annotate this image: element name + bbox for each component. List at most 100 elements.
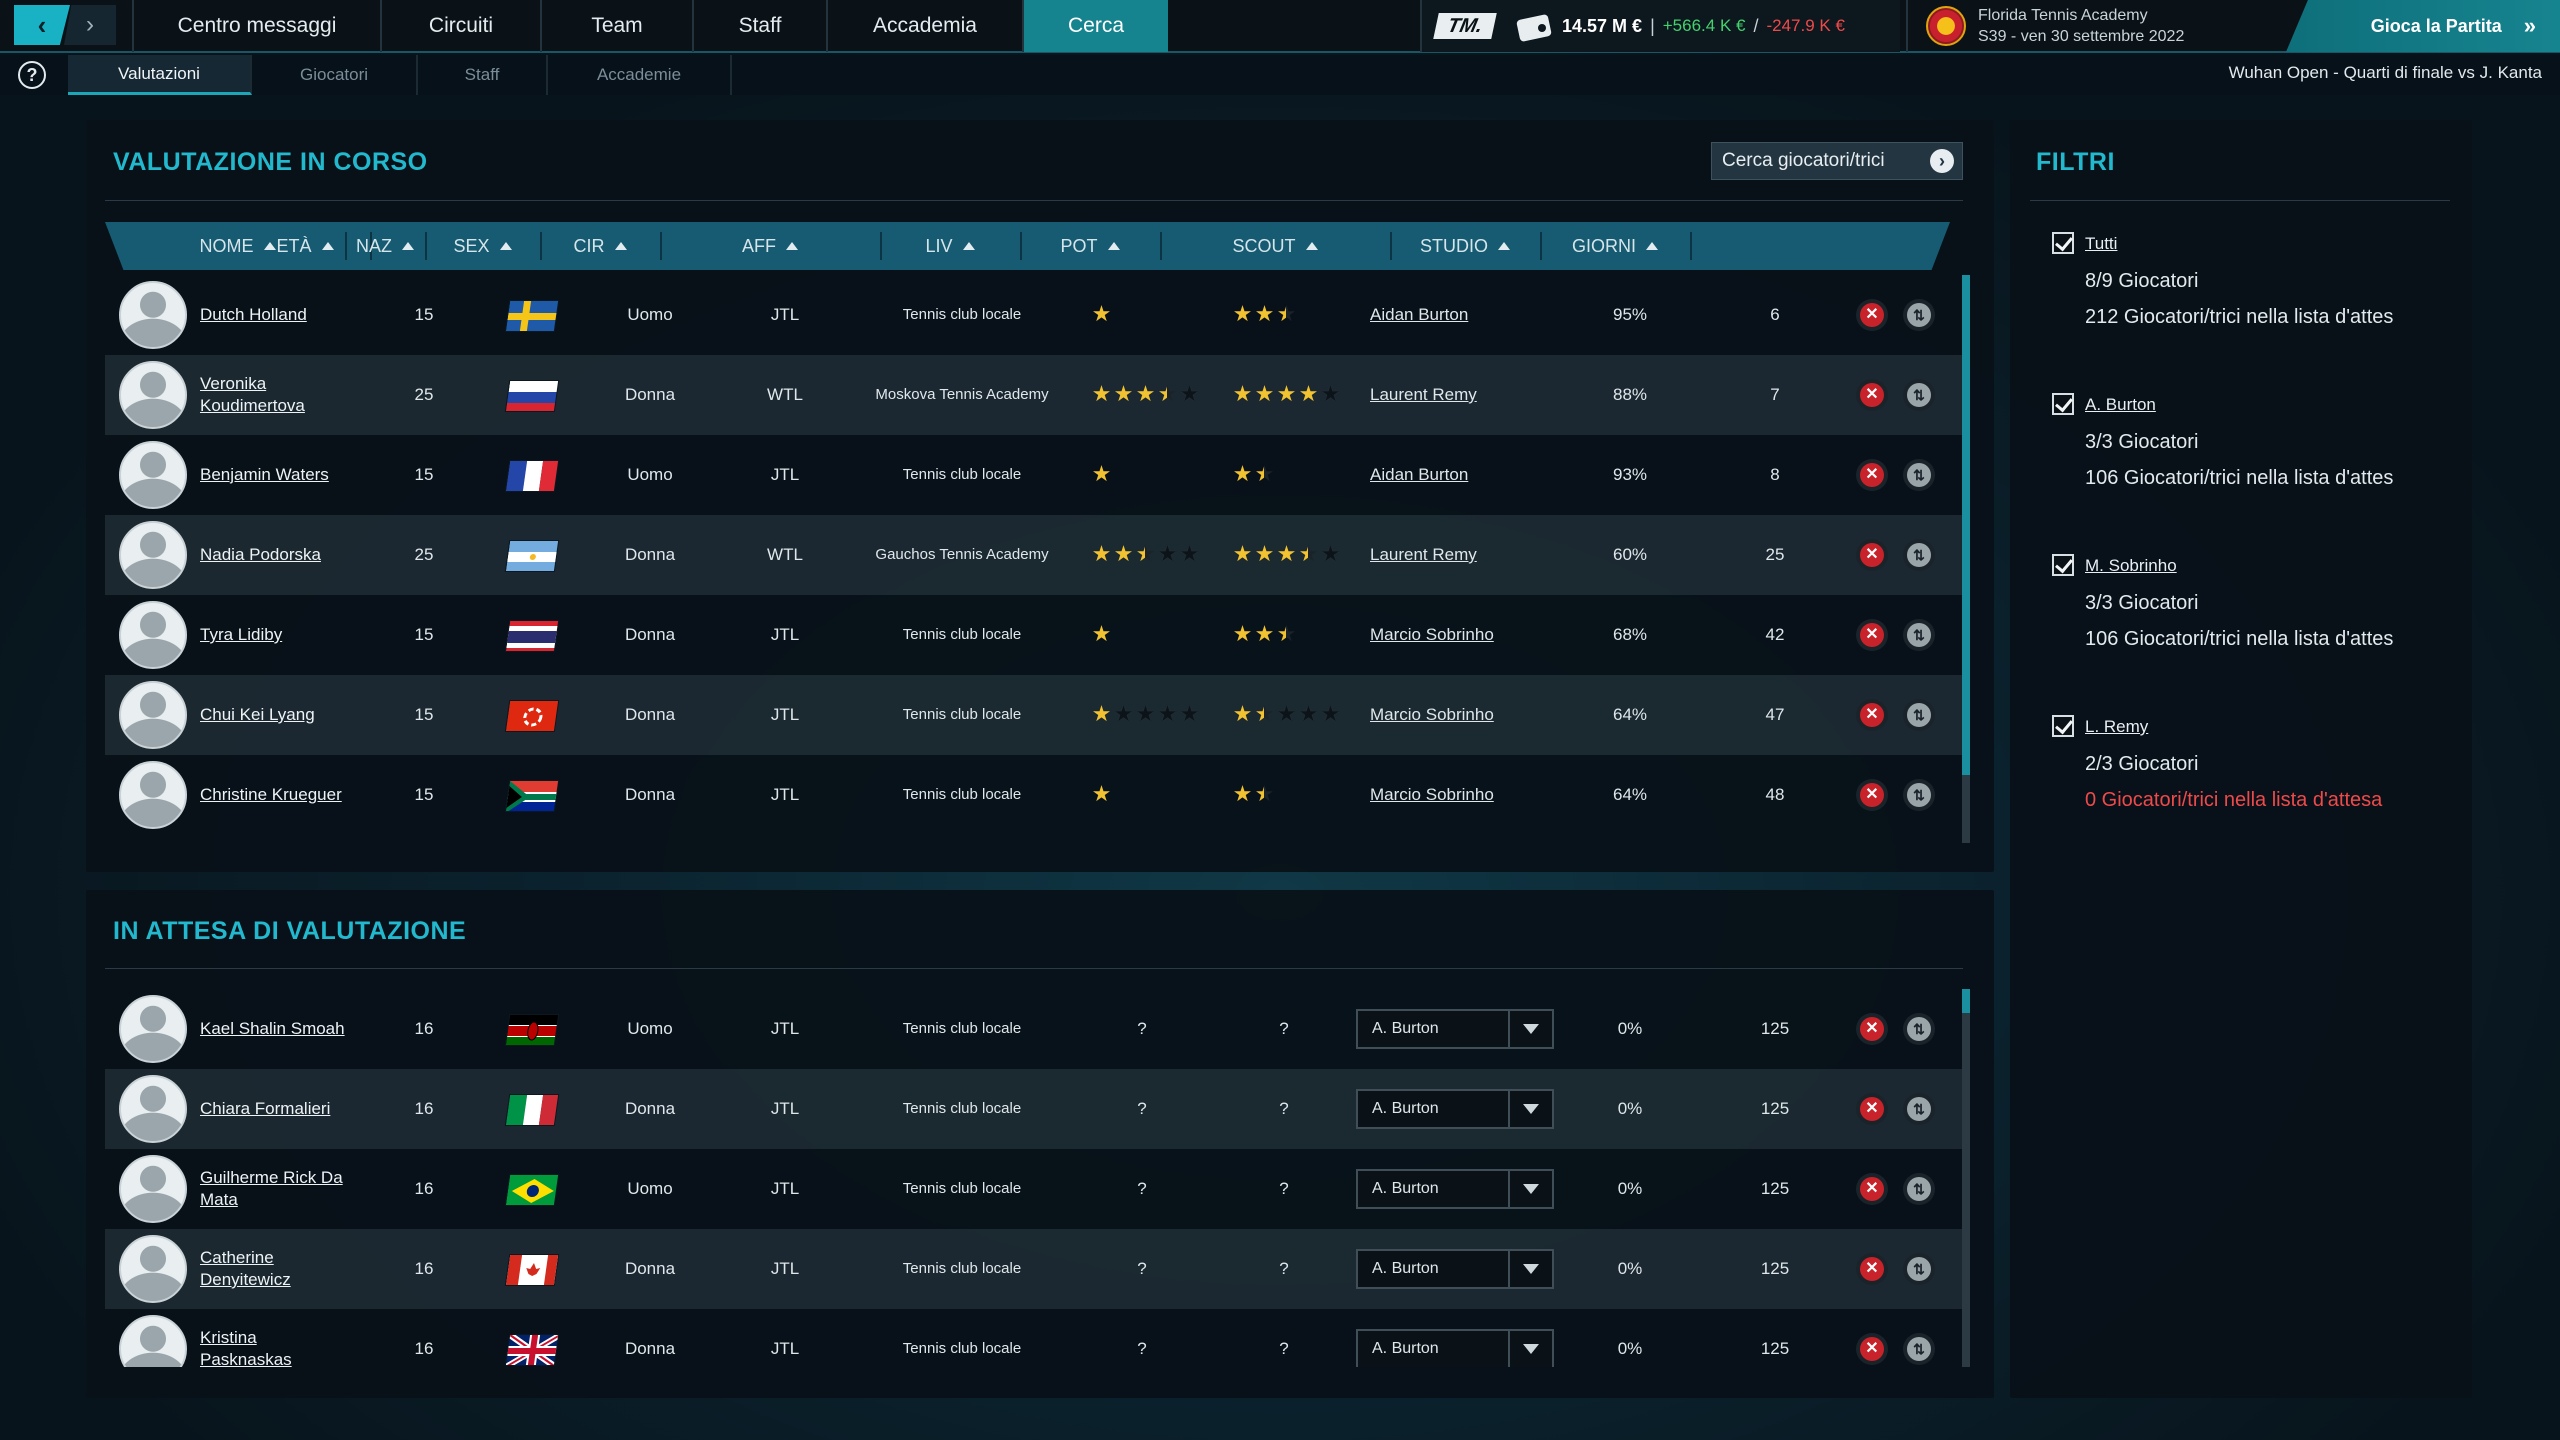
swap-button[interactable]: ⇅ [1903, 1013, 1935, 1045]
nav-team[interactable]: Team [540, 0, 692, 52]
remove-button[interactable]: ✕ [1856, 1093, 1888, 1125]
table-row[interactable]: Benjamin Waters 15 Uomo JTL Tennis club loca… [105, 435, 1965, 515]
avatar[interactable] [119, 761, 187, 829]
remove-button[interactable]: ✕ [1856, 699, 1888, 731]
nav-centro-messaggi[interactable]: Centro messaggi [132, 0, 380, 52]
tab-staff[interactable]: Staff [418, 55, 548, 95]
swap-button[interactable]: ⇅ [1903, 619, 1935, 651]
col-header-naz[interactable]: NAZ [345, 222, 425, 270]
filter-label-link[interactable]: A. Burton [2085, 395, 2156, 415]
player-name-link[interactable]: Christine Krueguer [200, 755, 350, 835]
filter-checkbox[interactable] [2052, 393, 2074, 415]
swap-button[interactable]: ⇅ [1903, 379, 1935, 411]
col-header-sex[interactable]: SEX [425, 222, 540, 270]
avatar[interactable] [119, 1075, 187, 1143]
swap-button[interactable]: ⇅ [1903, 1333, 1935, 1365]
table-row[interactable]: Kael Shalin Smoah 16 Uomo JTL Tennis club lo… [105, 989, 1965, 1069]
tab-valutazioni[interactable]: Valutazioni [68, 55, 252, 95]
avatar[interactable] [119, 1155, 187, 1223]
remove-button[interactable]: ✕ [1856, 1333, 1888, 1365]
filter-checkbox[interactable] [2052, 715, 2074, 737]
scout-name-link[interactable]: Laurent Remy [1370, 355, 1510, 435]
scout-name-link[interactable]: Laurent Remy [1370, 515, 1510, 595]
player-name-link[interactable]: Tyra Lidiby [200, 595, 350, 675]
nav-cerca[interactable]: Cerca [1022, 0, 1168, 52]
help-icon[interactable]: ? [18, 61, 46, 89]
chevron-down-icon[interactable] [1508, 1251, 1552, 1287]
filter-label-link[interactable]: L. Remy [2085, 717, 2148, 737]
scout-select[interactable]: A. Burton [1356, 1009, 1554, 1049]
col-header-liv[interactable]: LIV [880, 222, 1020, 270]
nav-accademia[interactable]: Accademia [826, 0, 1022, 52]
scroll-thumb[interactable] [1962, 989, 1970, 1013]
col-header-pot[interactable]: POT [1020, 222, 1160, 270]
table-row[interactable]: Dutch Holland 15 Uomo JTL Tennis club locale… [105, 275, 1965, 355]
player-name-link[interactable]: Dutch Holland [200, 275, 350, 355]
swap-button[interactable]: ⇅ [1903, 299, 1935, 331]
swap-button[interactable]: ⇅ [1903, 459, 1935, 491]
col-header-eta[interactable]: ETÀ [265, 222, 345, 270]
table-row[interactable]: Nadia Podorska 25 Donna WTL Gauchos Tennis A… [105, 515, 1965, 595]
col-header-giorni[interactable]: GIORNI [1540, 222, 1690, 270]
swap-button[interactable]: ⇅ [1903, 539, 1935, 571]
avatar[interactable] [119, 521, 187, 589]
remove-button[interactable]: ✕ [1856, 619, 1888, 651]
remove-button[interactable]: ✕ [1856, 1253, 1888, 1285]
player-name-link[interactable]: Chiara Formalieri [200, 1069, 350, 1149]
table-row[interactable]: Veronika Koudimertova 25 Donna WTL Moskova T… [105, 355, 1965, 435]
remove-button[interactable]: ✕ [1856, 1013, 1888, 1045]
nav-staff[interactable]: Staff [692, 0, 826, 52]
swap-button[interactable]: ⇅ [1903, 699, 1935, 731]
avatar[interactable] [119, 281, 187, 349]
swap-button[interactable]: ⇅ [1903, 1173, 1935, 1205]
scout-select[interactable]: A. Burton [1356, 1249, 1554, 1289]
scout-select[interactable]: A. Burton [1356, 1089, 1554, 1129]
table-row[interactable]: Christine Krueguer 15 Donna JTL Tennis club … [105, 755, 1965, 835]
scrollbar[interactable] [1962, 989, 1970, 1367]
chevron-down-icon[interactable] [1508, 1011, 1552, 1047]
filter-label-link[interactable]: Tutti [2085, 234, 2117, 254]
club-info[interactable]: Florida Tennis Academy S39 - ven 30 sett… [1906, 0, 2286, 52]
finance-summary[interactable]: TM. 14.57 M € | +566.4 K € / -247.9 K € [1420, 0, 1900, 52]
filter-label-link[interactable]: M. Sobrinho [2085, 556, 2177, 576]
col-header-scout[interactable]: SCOUT [1160, 222, 1390, 270]
scout-select[interactable]: A. Burton [1356, 1169, 1554, 1209]
swap-button[interactable]: ⇅ [1903, 1093, 1935, 1125]
player-name-link[interactable]: Veronika Koudimertova [200, 355, 350, 435]
col-header-aff[interactable]: AFF [660, 222, 880, 270]
table-row[interactable]: Chiara Formalieri 16 Donna JTL Tennis club l… [105, 1069, 1965, 1149]
scout-name-link[interactable]: Marcio Sobrinho [1370, 595, 1510, 675]
back-button[interactable]: ‹ [14, 5, 70, 45]
avatar[interactable] [119, 601, 187, 669]
player-name-link[interactable]: Nadia Podorska [200, 515, 350, 595]
filter-checkbox[interactable] [2052, 554, 2074, 576]
chevron-down-icon[interactable] [1508, 1091, 1552, 1127]
scrollbar[interactable] [1962, 275, 1970, 843]
remove-button[interactable]: ✕ [1856, 299, 1888, 331]
scout-name-link[interactable]: Aidan Burton [1370, 435, 1510, 515]
remove-button[interactable]: ✕ [1856, 1173, 1888, 1205]
remove-button[interactable]: ✕ [1856, 539, 1888, 571]
remove-button[interactable]: ✕ [1856, 459, 1888, 491]
player-name-link[interactable]: Guilherme Rick Da Mata [200, 1149, 350, 1229]
table-row[interactable]: Guilherme Rick Da Mata 16 Uomo JTL Tennis cl… [105, 1149, 1965, 1229]
player-name-link[interactable]: Chui Kei Lyang [200, 675, 350, 755]
tab-accademie[interactable]: Accademie [548, 55, 732, 95]
avatar[interactable] [119, 441, 187, 509]
remove-button[interactable]: ✕ [1856, 379, 1888, 411]
avatar[interactable] [119, 995, 187, 1063]
play-match-button[interactable]: Gioca la Partita » [2286, 0, 2560, 52]
table-row[interactable]: Tyra Lidiby 15 Donna JTL Tennis club locale ★… [105, 595, 1965, 675]
avatar[interactable] [119, 1315, 187, 1367]
chevron-down-icon[interactable] [1508, 1171, 1552, 1207]
table-row[interactable]: Catherine Denyitewicz 16 Donna JTL Tennis cl… [105, 1229, 1965, 1309]
remove-button[interactable]: ✕ [1856, 779, 1888, 811]
avatar[interactable] [119, 361, 187, 429]
search-players-button[interactable]: Cerca giocatori/trici › [1711, 142, 1963, 180]
scout-name-link[interactable]: Marcio Sobrinho [1370, 675, 1510, 755]
scout-name-link[interactable]: Marcio Sobrinho [1370, 755, 1510, 835]
chevron-down-icon[interactable] [1508, 1331, 1552, 1367]
col-header-cir[interactable]: CIR [540, 222, 660, 270]
table-row[interactable]: Kristina Pasknaskas 16 Donna JTL Tennis club… [105, 1309, 1965, 1367]
swap-button[interactable]: ⇅ [1903, 779, 1935, 811]
